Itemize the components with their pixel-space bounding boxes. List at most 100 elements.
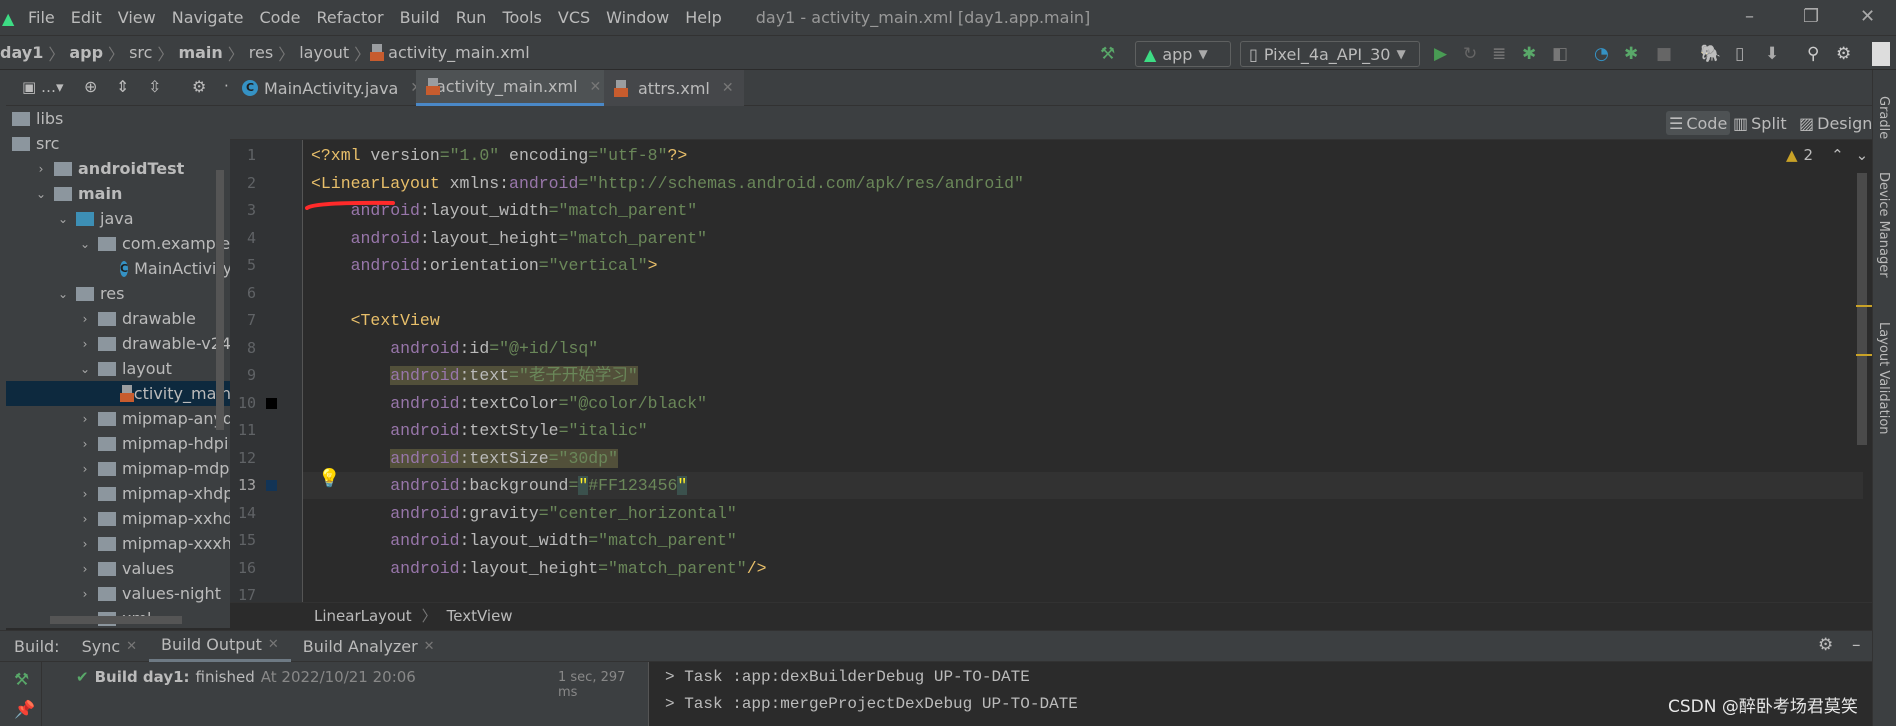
- attach-debugger-icon[interactable]: ✱: [1624, 44, 1638, 64]
- tree-item-mainactivity[interactable]: C MainActivity: [6, 256, 230, 281]
- tree-vertical-scrollbar[interactable]: [216, 170, 224, 430]
- warning-marker[interactable]: [1856, 305, 1872, 307]
- chevron-right-icon[interactable]: ›: [78, 562, 92, 576]
- tab-attrs-xml[interactable]: attrs.xml ✕: [604, 70, 744, 106]
- color-swatch-icon[interactable]: [266, 397, 277, 409]
- tab-mainactivity-java[interactable]: C MainActivity.java ✕: [232, 70, 432, 106]
- code-line[interactable]: android:layout_height="match_parent": [311, 225, 707, 252]
- inspection-widget[interactable]: ▲ 2 ⌃ ⌄: [1786, 146, 1868, 164]
- tree-item-res[interactable]: ⌄ res: [6, 281, 230, 306]
- tree-item-com-example-day[interactable]: ⌄ com.example.day: [6, 231, 230, 256]
- code-line[interactable]: android:gravity="center_horizontal": [311, 500, 737, 527]
- menu-code[interactable]: Code: [252, 8, 309, 27]
- close-tab-icon[interactable]: ✕: [590, 79, 602, 95]
- code-line[interactable]: <TextView: [311, 307, 440, 334]
- tab-build-output[interactable]: Build Output ✕: [149, 630, 291, 662]
- tree-item-drawable[interactable]: › drawable: [6, 306, 230, 331]
- chevron-right-icon[interactable]: ›: [78, 587, 92, 601]
- chevron-right-icon[interactable]: ›: [78, 337, 92, 351]
- tree-horizontal-scrollbar[interactable]: [50, 616, 182, 624]
- search-icon[interactable]: ⚲: [1807, 44, 1819, 64]
- tree-item-values[interactable]: › values: [6, 556, 230, 581]
- close-tab-icon[interactable]: ✕: [424, 639, 435, 654]
- close-tab-icon[interactable]: ✕: [126, 639, 137, 654]
- collapse-all-icon[interactable]: ⇳: [148, 77, 161, 96]
- menu-run[interactable]: Run: [448, 8, 495, 27]
- gradle-tool-button[interactable]: Gradle: [1876, 96, 1891, 139]
- menu-file[interactable]: File: [20, 8, 63, 27]
- device-dropdown[interactable]: ▯ Pixel_4a_API_30 ▼: [1240, 41, 1420, 67]
- close-window-button[interactable]: ✕: [1860, 6, 1875, 27]
- code-line[interactable]: android:layout_height="match_parent"/>: [311, 555, 766, 582]
- chevron-down-icon[interactable]: ⌄: [78, 237, 92, 251]
- editor-vertical-scrollbar[interactable]: [1857, 173, 1867, 445]
- tree-item-src[interactable]: src: [6, 131, 230, 156]
- run-icon[interactable]: ▶: [1434, 44, 1447, 64]
- menu-window[interactable]: Window: [598, 8, 677, 27]
- minimize-button[interactable]: –: [1745, 6, 1754, 27]
- tree-item-libs[interactable]: libs: [6, 106, 230, 131]
- lightbulb-icon[interactable]: 💡: [318, 468, 340, 489]
- apply-changes-icon[interactable]: ↻: [1463, 44, 1477, 64]
- build-hammer-icon[interactable]: ⚒: [1100, 44, 1115, 64]
- close-tab-icon[interactable]: ✕: [722, 80, 734, 96]
- code-line[interactable]: android:text="老子开始学习": [311, 362, 638, 389]
- code-line[interactable]: android:textColor="@color/black": [311, 390, 707, 417]
- warning-marker[interactable]: [1856, 354, 1872, 356]
- code-editor[interactable]: <?xml version="1.0" encoding="utf-8"?> <L…: [303, 140, 1863, 602]
- tree-item-mipmap-xxhdpi[interactable]: › mipmap-xxhdpi: [6, 506, 230, 531]
- menu-build[interactable]: Build: [392, 8, 448, 27]
- chevron-right-icon[interactable]: ›: [78, 512, 92, 526]
- code-view-button[interactable]: ☰ Code: [1666, 111, 1731, 135]
- locate-icon[interactable]: ⊕: [84, 77, 97, 96]
- project-view-selector[interactable]: ▣ …▾: [22, 78, 63, 96]
- chevron-down-icon[interactable]: ⌄: [34, 187, 48, 201]
- code-line[interactable]: android:textSize="30dp": [311, 445, 618, 472]
- color-swatch-icon[interactable]: [266, 480, 277, 491]
- chevron-right-icon[interactable]: ›: [78, 487, 92, 501]
- code-line[interactable]: android:background="#FF123456": [311, 472, 688, 499]
- tree-item-mipmap-xxxhdpi[interactable]: › mipmap-xxxhdpi: [6, 531, 230, 556]
- tree-item-mipmap-anydpi-v[interactable]: › mipmap-anydpi-v: [6, 406, 230, 431]
- rebuild-hammer-icon[interactable]: ⚒: [14, 670, 29, 690]
- gear-icon[interactable]: ⚙: [1818, 635, 1833, 655]
- gradle-sync-icon[interactable]: 🐘: [1700, 44, 1721, 64]
- chevron-down-icon[interactable]: ⌄: [56, 287, 70, 301]
- debug-icon[interactable]: ✱: [1522, 44, 1536, 64]
- chevron-right-icon[interactable]: ›: [78, 412, 92, 426]
- chevron-right-icon[interactable]: ›: [78, 462, 92, 476]
- menu-tools[interactable]: Tools: [494, 8, 549, 27]
- code-line[interactable]: android:layout_width="match_parent": [311, 527, 737, 554]
- device-manager-icon[interactable]: ▯: [1735, 44, 1744, 64]
- gear-icon[interactable]: ⚙: [1836, 44, 1851, 64]
- build-status-row[interactable]: ✔ Build day1: finished At 2022/10/21 20:…: [76, 668, 416, 686]
- breadcrumb-linearlayout[interactable]: LinearLayout: [314, 607, 412, 625]
- tree-item-layout[interactable]: ⌄ layout: [6, 356, 230, 381]
- breadcrumb-project[interactable]: day1: [0, 43, 48, 62]
- split-view-button[interactable]: ▥ Split: [1730, 111, 1790, 135]
- coverage-icon[interactable]: ◧: [1552, 44, 1568, 64]
- gear-icon[interactable]: ⚙: [192, 77, 206, 96]
- layout-validation-tool-button[interactable]: Layout Validation: [1876, 322, 1891, 435]
- code-line[interactable]: android:orientation="vertical">: [311, 252, 658, 279]
- menu-help[interactable]: Help: [677, 8, 729, 27]
- apply-code-changes-icon[interactable]: ≣: [1492, 44, 1506, 64]
- breadcrumb-layout[interactable]: layout: [294, 43, 354, 62]
- menu-navigate[interactable]: Navigate: [164, 8, 252, 27]
- tree-item-androidtest[interactable]: › androidTest: [6, 156, 230, 181]
- chevron-right-icon[interactable]: ›: [78, 312, 92, 326]
- account-avatar[interactable]: [1872, 42, 1890, 66]
- tree-item-main[interactable]: ⌄ main: [6, 181, 230, 206]
- tree-item-values-night[interactable]: › values-night: [6, 581, 230, 606]
- code-line[interactable]: <?xml version="1.0" encoding="utf-8"?>: [311, 142, 687, 169]
- breadcrumb-module[interactable]: app: [64, 43, 108, 62]
- breadcrumb-file[interactable]: activity_main.xml: [388, 43, 530, 62]
- expand-all-icon[interactable]: ⇕: [116, 77, 129, 96]
- tree-item-java[interactable]: ⌄ java: [6, 206, 230, 231]
- profiler-icon[interactable]: ◔: [1594, 44, 1609, 64]
- design-view-button[interactable]: ▨ Design: [1796, 111, 1875, 135]
- chevron-right-icon[interactable]: ›: [78, 537, 92, 551]
- menu-edit[interactable]: Edit: [63, 8, 110, 27]
- chevron-down-icon[interactable]: ⌄: [56, 212, 70, 226]
- code-line[interactable]: android:id="@+id/lsq": [311, 335, 598, 362]
